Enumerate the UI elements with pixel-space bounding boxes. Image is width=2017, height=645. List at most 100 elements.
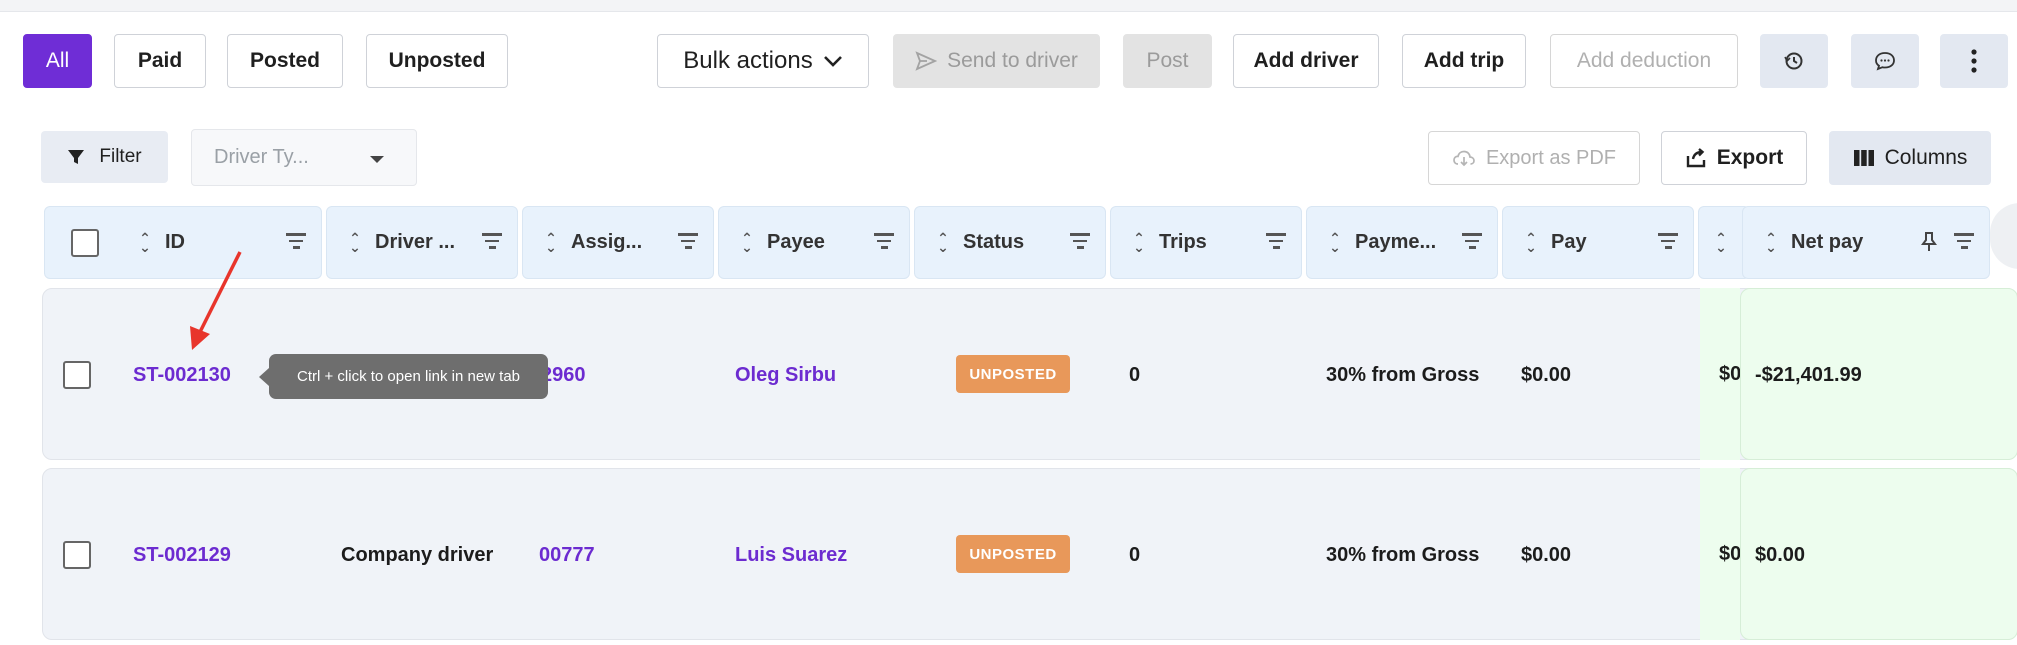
bulk-actions-label: Bulk actions	[683, 47, 813, 74]
assigned-unit-link[interactable]: 00777	[539, 544, 595, 567]
sort-icon[interactable]: ⌃ ⌄	[1715, 231, 1727, 254]
driver-type-placeholder: Driver Ty...	[214, 146, 309, 168]
add-driver-button[interactable]: Add driver	[1233, 34, 1379, 88]
export-label: Export	[1716, 146, 1784, 169]
tab-all[interactable]: All	[23, 34, 92, 88]
annotation-arrow-icon	[190, 251, 242, 350]
net-pay-value: $0.00	[1755, 544, 1806, 566]
payee-link[interactable]: Oleg Sirbu	[735, 364, 836, 387]
column-label-payee: Payee	[767, 231, 825, 253]
add-deduction-button[interactable]: Add deduction	[1550, 34, 1738, 88]
top-bar-edge	[0, 0, 2017, 12]
history-icon	[1784, 52, 1803, 70]
settlement-id-link[interactable]: ST-002130	[133, 364, 231, 387]
caret-down-icon	[370, 156, 384, 163]
column-filter-icon[interactable]	[1461, 233, 1483, 253]
tooltip-text: Ctrl + click to open link in new tab	[296, 368, 521, 385]
columns-icon	[1853, 150, 1874, 166]
sort-icon[interactable]: ⌃ ⌄	[1525, 231, 1537, 254]
add-trip-button[interactable]: Add trip	[1402, 34, 1526, 88]
column-filter-icon[interactable]	[481, 233, 503, 253]
net-pay-cell: -$21,401.99	[1740, 288, 2017, 460]
column-filter-icon[interactable]	[1657, 233, 1679, 253]
send-icon	[915, 51, 938, 71]
status-badge: UNPOSTED	[956, 535, 1070, 573]
pin-icon[interactable]	[1921, 231, 1937, 253]
kebab-menu-icon	[1971, 49, 1977, 73]
driver-type-cell: Company driver	[341, 544, 494, 566]
sort-icon[interactable]: ⌃ ⌄	[545, 231, 557, 254]
column-filter-icon[interactable]	[1069, 233, 1091, 253]
column-filter-icon[interactable]	[1953, 233, 1975, 253]
history-button[interactable]	[1760, 34, 1828, 88]
tab-paid[interactable]: Paid	[114, 34, 206, 88]
column-filter-icon[interactable]	[873, 233, 895, 253]
sort-icon[interactable]: ⌃ ⌄	[741, 231, 753, 254]
payee-link[interactable]: Luis Suarez	[735, 544, 847, 567]
net-pay-cell: $0.00	[1740, 468, 2017, 640]
funnel-icon	[68, 150, 85, 164]
chevron-down-icon	[823, 56, 842, 67]
partial-cell: $0	[1719, 363, 1741, 385]
settlement-id-link[interactable]: ST-002129	[133, 544, 231, 567]
sort-icon[interactable]: ⌃ ⌄	[1765, 231, 1777, 254]
trips-cell: 0	[1129, 544, 1141, 566]
row-checkbox[interactable]	[63, 541, 91, 569]
comments-button[interactable]	[1851, 34, 1919, 88]
export-pdf-label: Export as PDF	[1485, 146, 1617, 169]
row-checkbox[interactable]	[63, 361, 91, 389]
column-label-assigned: Assig...	[571, 231, 643, 253]
column-filter-icon[interactable]	[1265, 233, 1287, 253]
filter-button[interactable]: Filter	[41, 131, 168, 183]
export-icon	[1686, 148, 1705, 168]
more-options-button[interactable]	[1940, 34, 2008, 88]
tab-paid-label: Paid	[137, 49, 183, 72]
send-to-driver-button[interactable]: Send to driver	[893, 34, 1100, 88]
add-deduction-label: Add deduction	[1576, 49, 1712, 72]
tab-posted[interactable]: Posted	[227, 34, 343, 88]
bulk-actions-dropdown[interactable]: Bulk actions	[657, 34, 869, 88]
column-label-payment: Payme...	[1355, 231, 1437, 253]
column-header-status[interactable]: ⌃ ⌄ Status	[914, 206, 1106, 279]
column-label-driver: Driver ...	[375, 231, 456, 253]
columns-label: Columns	[1884, 146, 1968, 169]
status-badge: UNPOSTED	[956, 355, 1070, 393]
column-label-net-pay: Net pay	[1791, 231, 1864, 253]
sort-icon[interactable]: ⌃ ⌄	[937, 231, 949, 254]
sort-icon[interactable]: ⌃ ⌄	[139, 231, 151, 254]
column-header-driver[interactable]: ⌃ ⌄ Driver ...	[326, 206, 518, 279]
column-header-pay[interactable]: ⌃ ⌄ Pay	[1502, 206, 1694, 279]
partial-cell: $0	[1719, 543, 1741, 565]
payment-type-cell: 30% from Gross	[1326, 544, 1480, 566]
column-header-trips[interactable]: ⌃ ⌄ Trips	[1110, 206, 1302, 279]
column-header-net-pay[interactable]: ⌃ ⌄ Net pay	[1742, 206, 1990, 279]
add-trip-label: Add trip	[1423, 49, 1505, 72]
chat-bubble-icon	[1875, 52, 1895, 71]
sort-icon[interactable]: ⌃ ⌄	[1329, 231, 1341, 254]
tab-posted-label: Posted	[249, 49, 320, 72]
tab-unposted[interactable]: Unposted	[366, 34, 508, 88]
column-filter-icon[interactable]	[677, 233, 699, 253]
sort-icon[interactable]: ⌃ ⌄	[1133, 231, 1145, 254]
export-pdf-button[interactable]: Export as PDF	[1428, 131, 1640, 185]
add-driver-label: Add driver	[1253, 49, 1359, 72]
columns-button[interactable]: Columns	[1829, 131, 1991, 185]
settlements-table: ⌃ ⌄ ID ⌃ ⌄ Driver ... ⌃ ⌄ Assig... ⌃ ⌄ Payee…	[42, 206, 2017, 645]
cloud-download-icon	[1453, 150, 1475, 167]
send-to-driver-label: Send to driver	[947, 49, 1078, 72]
export-button[interactable]: Export	[1661, 131, 1807, 185]
column-filter-icon[interactable]	[285, 233, 307, 253]
post-button[interactable]: Post	[1123, 34, 1212, 88]
pay-cell: $0.00	[1521, 364, 1572, 386]
column-label-status: Status	[963, 231, 1025, 253]
column-header-assigned[interactable]: ⌃ ⌄ Assig...	[522, 206, 714, 279]
column-header-payment[interactable]: ⌃ ⌄ Payme...	[1306, 206, 1498, 279]
sort-icon[interactable]: ⌃ ⌄	[349, 231, 361, 254]
select-all-checkbox[interactable]	[71, 228, 99, 257]
driver-type-select[interactable]: Driver Ty...	[191, 129, 417, 186]
filter-label: Filter	[99, 146, 142, 167]
column-header-payee[interactable]: ⌃ ⌄ Payee	[718, 206, 910, 279]
pay-cell: $0.00	[1521, 544, 1572, 566]
net-pay-value: -$21,401.99	[1755, 364, 1862, 386]
post-label: Post	[1146, 49, 1189, 72]
